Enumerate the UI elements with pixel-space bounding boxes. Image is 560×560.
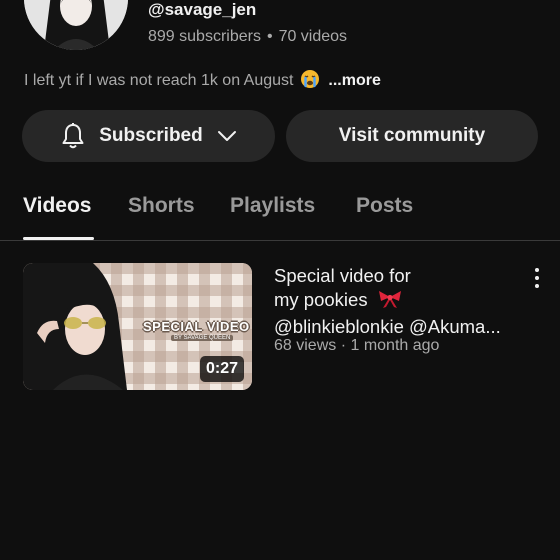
stats-separator: • (266, 28, 273, 45)
channel-tabs: Videos Shorts Playlists Posts (0, 188, 560, 241)
more-options-icon[interactable] (528, 266, 546, 290)
video-count: 70 videos (278, 28, 348, 45)
video-thumbnail[interactable]: SPECIAL VIDEO BY SAVAGE QUEEN 0:27 (23, 263, 252, 390)
channel-avatar[interactable] (24, 0, 128, 50)
subscriber-count: 899 subscribers (148, 28, 261, 45)
subscribed-label: Subscribed (99, 125, 203, 146)
video-title-line-2: my pookies (274, 288, 524, 315)
video-duration: 0:27 (199, 356, 244, 382)
channel-description[interactable]: I left yt if I was not reach 1k on Augus… (24, 69, 381, 94)
avatar-image (24, 0, 128, 50)
subscribed-button[interactable]: Subscribed (22, 110, 275, 162)
active-tab-indicator (23, 237, 94, 240)
thumbnail-title-text: SPECIAL VIDEO (143, 319, 250, 334)
tab-posts[interactable]: Posts (356, 194, 413, 218)
bio-text: I left yt if I was not reach 1k on Augus… (24, 72, 294, 89)
tab-playlists[interactable]: Playlists (230, 194, 315, 218)
tab-shorts[interactable]: Shorts (128, 194, 195, 218)
visit-community-label: Visit community (338, 125, 486, 146)
tab-videos[interactable]: Videos (23, 194, 91, 218)
video-title-line-3: @blinkieblonkie @Akuma... (274, 316, 501, 337)
video-title-line-text: my pookies (274, 289, 368, 310)
channel-stats: 899 subscribers • 70 videos (148, 28, 347, 46)
thumbnail-subtitle-text: BY SAVAGE QUEEN (171, 335, 234, 341)
video-title[interactable]: Special video for my pookies @blinkieblo… (274, 264, 524, 339)
more-link[interactable]: ...more (328, 72, 380, 89)
video-meta: 68 views · 1 month ago (274, 337, 440, 354)
bell-icon (60, 122, 86, 150)
ribbon-icon (377, 289, 403, 315)
chevron-down-icon (217, 130, 237, 142)
visit-community-button[interactable]: Visit community (286, 110, 538, 162)
channel-handle: @savage_jen (148, 0, 257, 19)
video-title-line: Special video for (274, 265, 411, 286)
crying-face-icon (300, 69, 320, 94)
